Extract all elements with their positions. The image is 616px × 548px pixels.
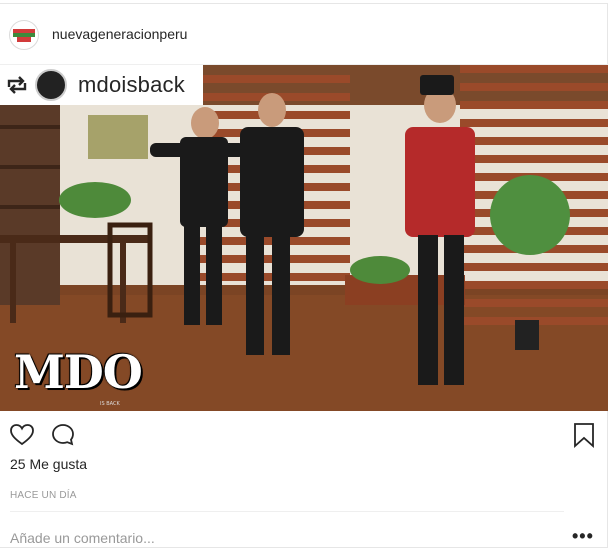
post-photo[interactable]: mdoisback MDO IS BACK: [0, 65, 608, 411]
divider: [10, 511, 564, 512]
heart-icon[interactable]: [9, 422, 35, 448]
regram-username: mdoisback: [78, 72, 185, 97]
comment-icon[interactable]: [50, 422, 76, 448]
more-options-button[interactable]: •••: [572, 526, 594, 547]
post-card: nuevageneracionperu mdoisback MDO IS BAC…: [0, 3, 608, 548]
regram-badge[interactable]: mdoisback: [0, 65, 203, 105]
action-bar: [0, 418, 608, 450]
bookmark-icon[interactable]: [571, 422, 597, 448]
post-timestamp[interactable]: HACE UN DÍA: [10, 490, 77, 501]
likes-count[interactable]: 25 Me gusta: [10, 456, 87, 472]
mdo-logo-subtext: IS BACK: [100, 401, 120, 407]
mdo-logo: MDO: [14, 345, 143, 399]
post-header: nuevageneracionperu: [0, 4, 608, 65]
regram-avatar: [35, 69, 67, 101]
author-avatar[interactable]: [9, 20, 39, 50]
author-username[interactable]: nuevageneracionperu: [52, 26, 187, 42]
comment-input[interactable]: [10, 530, 510, 546]
regram-icon: [7, 76, 27, 94]
